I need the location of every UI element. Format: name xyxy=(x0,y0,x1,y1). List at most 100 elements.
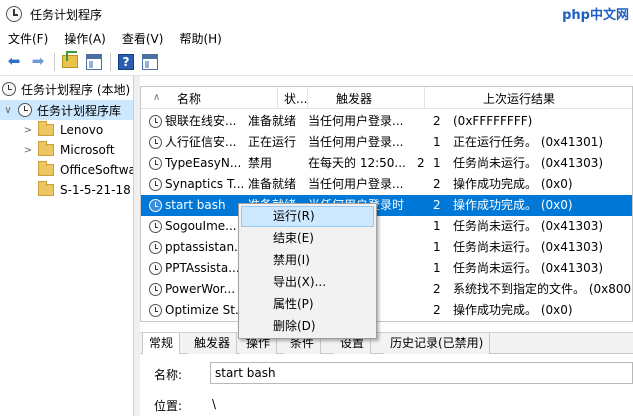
tree-item-root[interactable]: 任务计划程序 (本地) xyxy=(2,79,133,99)
task-last-result: 任务尚未运行。 (0x41303) xyxy=(453,240,604,254)
chevron-down-icon[interactable]: ∨ xyxy=(2,105,14,116)
table-row[interactable]: 银联在线安... 准备就绪 当任何用户登录... 2 (0xFFFFFFFF) xyxy=(141,111,632,132)
table-row[interactable]: pptassistan...5 - 1...1任务尚未运行。 (0x41303) xyxy=(141,237,632,258)
watermark-brand: php xyxy=(562,8,590,23)
show-hide-action-pane-button[interactable] xyxy=(140,52,160,72)
toolbar-divider xyxy=(54,52,55,71)
task-status: 准备就绪 xyxy=(248,114,297,128)
name-label: 名称: xyxy=(154,368,183,382)
context-menu-end[interactable]: 结束(E) xyxy=(241,228,374,249)
tree-item-library[interactable]: ∨ 任务计划程序库 xyxy=(0,100,133,120)
menu-help[interactable]: 帮助(H) xyxy=(171,30,229,47)
tree-item-folder[interactable]: > Microsoft xyxy=(22,140,133,160)
help-button[interactable]: ? xyxy=(116,52,136,72)
column-header-trigger[interactable]: 触发器 xyxy=(308,87,425,109)
task-count-a: 2 xyxy=(417,156,425,170)
task-count-a xyxy=(417,300,427,321)
name-field[interactable]: start bash xyxy=(210,362,633,384)
chevron-right-icon[interactable]: > xyxy=(22,145,34,156)
table-row[interactable]: SogouIme... 1 任务尚未运行。 (0x41303) xyxy=(141,216,632,237)
task-count-b: 1 xyxy=(433,156,441,170)
task-count-b: 1 xyxy=(433,261,441,275)
tree-item-label: OfficeSoftwa xyxy=(60,163,134,177)
table-row[interactable]: 人行征信安... 正在运行 当任何用户登录... 1 正在运行任务。 (0x41301) xyxy=(141,132,632,153)
tab-triggers[interactable]: 触发器 xyxy=(188,333,238,355)
table-row[interactable]: TypeEasyN... 禁用 在每天的 12:50... 2 1 任务尚未运行。 (0x… xyxy=(141,153,632,174)
column-header-name[interactable]: 名称 xyxy=(141,87,278,109)
task-last-result: 操作成功完成。 (0x0) xyxy=(453,198,573,212)
task-clock-icon xyxy=(149,199,162,212)
table-row[interactable]: start bash准备就绪当任何用户登录时2操作成功完成。 (0x0) xyxy=(141,195,632,216)
folder-icon xyxy=(38,181,54,196)
task-last-result: 任务尚未运行。 (0x41303) xyxy=(453,219,604,233)
toolbar: ⬅ ➡ ? xyxy=(0,48,633,76)
menu-bar: 文件(F) 操作(A) 查看(V) 帮助(H) xyxy=(0,28,633,48)
tree-item-folder[interactable]: S-1-5-21-18 xyxy=(22,180,133,200)
back-button[interactable]: ⬅ xyxy=(4,52,24,72)
task-count-b: 1 xyxy=(433,135,441,149)
task-last-result: 操作成功完成。 (0x0) xyxy=(453,177,573,191)
table-row[interactable]: Optimize St...时2操作成功完成。 (0x0) xyxy=(141,300,632,321)
task-count-b: 2 xyxy=(433,303,441,317)
menu-file[interactable]: 文件(F) xyxy=(0,30,56,47)
menu-view[interactable]: 查看(V) xyxy=(114,30,172,47)
detail-panel: 名称: start bash 位置: \ xyxy=(140,354,633,416)
menu-action[interactable]: 操作(A) xyxy=(56,30,114,47)
tree-item-folder[interactable]: OfficeSoftwa xyxy=(22,160,134,180)
up-folder-button[interactable] xyxy=(60,51,80,72)
task-count-a xyxy=(417,258,427,279)
task-status: 正在运行 xyxy=(248,135,297,149)
folder-clock-icon xyxy=(18,103,32,117)
table-row[interactable]: PPTAssista...5 - 1...1任务尚未运行。 (0x41303) xyxy=(141,258,632,279)
table-row[interactable]: PowerWor...5 - 2...2系统找不到指定的文件。 (0x8007 xyxy=(141,279,633,300)
context-menu-properties[interactable]: 属性(P) xyxy=(241,294,374,315)
tree-item-label: S-1-5-21-18 xyxy=(60,183,131,197)
task-count-a xyxy=(417,237,427,258)
list-header: ∧ 名称 状... 触发器 上次运行结果 xyxy=(141,87,632,109)
chevron-right-icon[interactable]: > xyxy=(22,125,34,136)
task-clock-icon xyxy=(149,178,162,191)
task-clock-icon xyxy=(149,262,162,275)
task-count-a xyxy=(417,195,427,216)
context-menu-disable[interactable]: 禁用(I) xyxy=(241,250,374,271)
show-hide-pane-icon xyxy=(86,53,102,70)
tree-item-label: 任务计划程序 (本地) xyxy=(21,82,131,97)
tree-item-folder[interactable]: > Lenovo xyxy=(22,120,133,140)
context-menu-export[interactable]: 导出(X)... xyxy=(241,272,374,293)
tab-history[interactable]: 历史记录(已禁用) xyxy=(384,333,491,355)
show-hide-tree-button[interactable] xyxy=(84,52,104,72)
column-header-status[interactable]: 状... xyxy=(278,87,308,109)
context-menu-run[interactable]: 运行(R) xyxy=(241,206,374,227)
task-clock-icon xyxy=(149,241,162,254)
watermark-logo: php中文网 xyxy=(562,4,629,23)
task-clock-icon xyxy=(149,157,162,170)
tab-general[interactable]: 常规 xyxy=(142,333,181,356)
column-header-last-result[interactable]: 上次运行结果 xyxy=(425,87,632,109)
task-count-b: 2 xyxy=(433,114,441,128)
tree-item-label: Lenovo xyxy=(60,123,104,137)
task-trigger: 在每天的 12:50... xyxy=(308,156,406,170)
task-count-a xyxy=(417,111,427,132)
task-count-a xyxy=(417,216,427,237)
task-clock-icon xyxy=(149,220,162,233)
task-clock-icon xyxy=(149,136,162,149)
task-last-result: 操作成功完成。 (0x0) xyxy=(453,303,573,317)
context-menu: 运行(R) 结束(E) 禁用(I) 导出(X)... 属性(P) 删除(D) xyxy=(238,203,377,339)
title-bar: 任务计划程序 php中文网 xyxy=(0,0,633,28)
task-trigger: 当任何用户登录... xyxy=(308,114,404,128)
task-last-result: 系统找不到指定的文件。 (0x8007 xyxy=(453,282,633,296)
location-value: \ xyxy=(212,397,217,411)
back-arrow-icon: ⬅ xyxy=(7,52,21,70)
folder-icon xyxy=(38,161,54,176)
folder-up-icon xyxy=(62,51,78,68)
task-clock-icon xyxy=(149,283,162,296)
window-title: 任务计划程序 xyxy=(30,7,103,22)
context-menu-delete[interactable]: 删除(D) xyxy=(241,316,374,337)
table-row[interactable]: Synaptics T... 准备就绪 当任何用户登录... 2 操作成功完成。 (0x… xyxy=(141,174,632,195)
tree-item-label: 任务计划程序库 xyxy=(37,103,122,118)
forward-arrow-icon: ➡ xyxy=(31,52,45,70)
task-status: 准备就绪 xyxy=(248,177,297,191)
forward-button[interactable]: ➡ xyxy=(28,52,48,72)
task-count-b: 2 xyxy=(433,177,441,191)
task-count-b: 1 xyxy=(433,219,441,233)
